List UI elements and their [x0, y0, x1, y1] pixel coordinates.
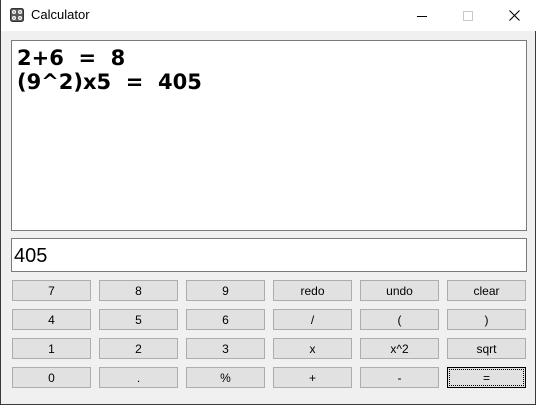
minimize-icon	[417, 15, 427, 17]
subtract-button[interactable]: -	[360, 367, 439, 388]
clear-button[interactable]: clear	[447, 280, 526, 301]
maximize-button[interactable]	[445, 0, 491, 31]
key-5[interactable]: 5	[99, 309, 178, 330]
open-paren-button[interactable]: (	[360, 309, 439, 330]
equals-button[interactable]: =	[447, 367, 526, 388]
key-8[interactable]: 8	[99, 280, 178, 301]
redo-button[interactable]: redo	[273, 280, 352, 301]
history-panel[interactable]: 2+6 = 8 (9^2)x5 = 405	[11, 40, 527, 231]
title-bar: Calculator	[1, 0, 536, 31]
add-button[interactable]: +	[273, 367, 352, 388]
close-button[interactable]	[491, 0, 536, 31]
sqrt-button[interactable]: sqrt	[447, 338, 526, 359]
divide-button[interactable]: /	[273, 309, 352, 330]
key-2[interactable]: 2	[99, 338, 178, 359]
key-7[interactable]: 7	[12, 280, 91, 301]
square-button[interactable]: x^2	[360, 338, 439, 359]
calculator-app-icon	[10, 8, 24, 22]
key-1[interactable]: 1	[12, 338, 91, 359]
decimal-button[interactable]: .	[99, 367, 178, 388]
minimize-button[interactable]	[399, 0, 445, 31]
percent-button[interactable]: %	[186, 367, 265, 388]
close-icon	[508, 10, 520, 21]
history-entry: 2+6 = 8	[17, 46, 126, 70]
history-entry: (9^2)x5 = 405	[17, 70, 202, 94]
multiply-button[interactable]: x	[273, 338, 352, 359]
key-6[interactable]: 6	[186, 309, 265, 330]
maximize-icon	[463, 10, 473, 21]
key-0[interactable]: 0	[12, 367, 91, 388]
close-paren-button[interactable]: )	[447, 309, 526, 330]
expression-input[interactable]: 405	[11, 238, 527, 272]
key-9[interactable]: 9	[186, 280, 265, 301]
key-3[interactable]: 3	[186, 338, 265, 359]
window-title: Calculator	[31, 7, 90, 22]
key-4[interactable]: 4	[12, 309, 91, 330]
calculator-window: Calculator 2+6 = 8 (9^2)x5 = 405 405 7 8…	[0, 0, 536, 405]
undo-button[interactable]: undo	[360, 280, 439, 301]
